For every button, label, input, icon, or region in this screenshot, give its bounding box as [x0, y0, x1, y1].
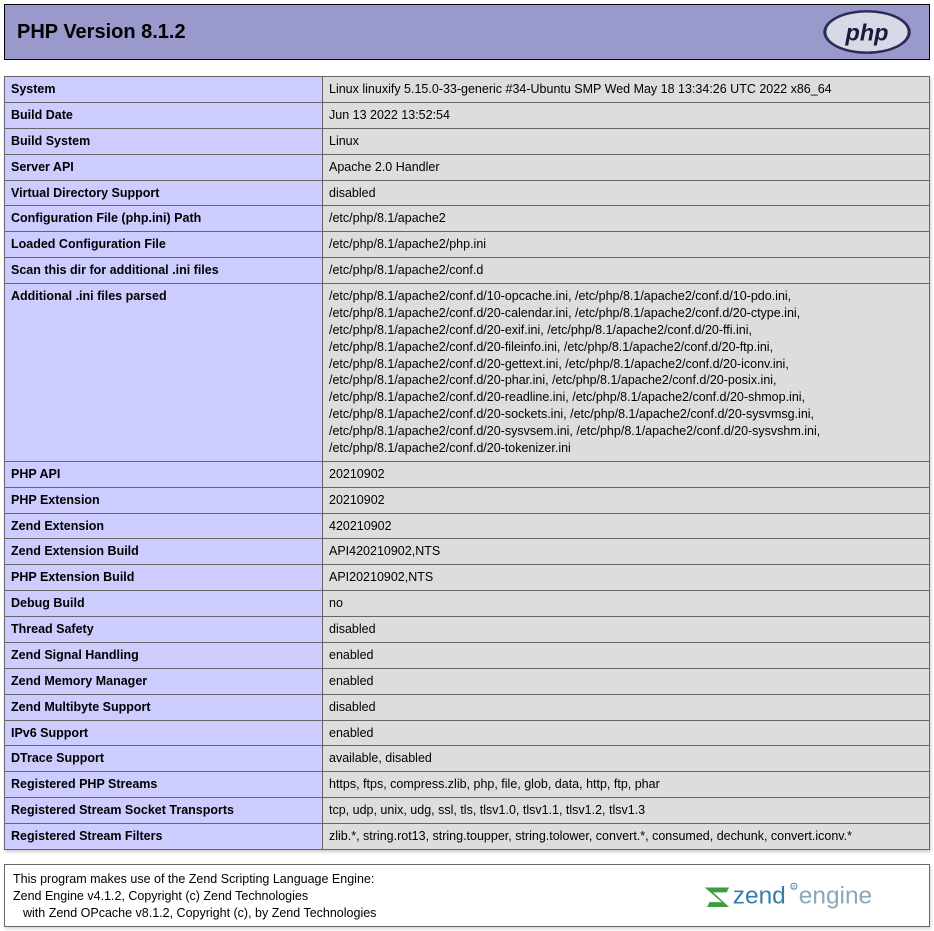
page-title: PHP Version 8.1.2 [17, 21, 186, 44]
table-row: Zend Extension420210902 [5, 513, 930, 539]
row-value: 20210902 [323, 461, 930, 487]
row-value: enabled [323, 642, 930, 668]
table-row: Zend Signal Handlingenabled [5, 642, 930, 668]
row-label: Build Date [5, 102, 323, 128]
table-row: Zend Extension BuildAPI420210902,NTS [5, 539, 930, 565]
row-value: zlib.*, string.rot13, string.toupper, st… [323, 824, 930, 850]
row-value: API20210902,NTS [323, 565, 930, 591]
footer-line-1: This program makes use of the Zend Scrip… [13, 872, 374, 886]
row-label: Registered PHP Streams [5, 772, 323, 798]
zend-footer: This program makes use of the Zend Scrip… [4, 864, 930, 927]
row-label: IPv6 Support [5, 720, 323, 746]
row-label: Loaded Configuration File [5, 232, 323, 258]
table-row: PHP Extension BuildAPI20210902,NTS [5, 565, 930, 591]
row-value: tcp, udp, unix, udg, ssl, tls, tlsv1.0, … [323, 798, 930, 824]
row-label: PHP Extension [5, 487, 323, 513]
row-value: Linux [323, 128, 930, 154]
row-label: Scan this dir for additional .ini files [5, 258, 323, 284]
row-value: https, ftps, compress.zlib, php, file, g… [323, 772, 930, 798]
row-label: Registered Stream Socket Transports [5, 798, 323, 824]
svg-text:php: php [845, 20, 889, 46]
row-value: disabled [323, 694, 930, 720]
row-value: enabled [323, 668, 930, 694]
table-row: Zend Memory Managerenabled [5, 668, 930, 694]
svg-text:R: R [792, 885, 795, 890]
row-label: DTrace Support [5, 746, 323, 772]
table-row: Virtual Directory Supportdisabled [5, 180, 930, 206]
row-value: disabled [323, 617, 930, 643]
row-label: Debug Build [5, 591, 323, 617]
svg-text:engine: engine [799, 883, 872, 910]
row-label: Zend Signal Handling [5, 642, 323, 668]
zend-engine-logo-icon: zend R engine [701, 874, 921, 918]
phpinfo-table: SystemLinux linuxify 5.15.0-33-generic #… [4, 76, 930, 850]
row-value: /etc/php/8.1/apache2 [323, 206, 930, 232]
row-value: /etc/php/8.1/apache2/php.ini [323, 232, 930, 258]
row-label: PHP Extension Build [5, 565, 323, 591]
row-label: Build System [5, 128, 323, 154]
row-label: Registered Stream Filters [5, 824, 323, 850]
table-row: Build DateJun 13 2022 13:52:54 [5, 102, 930, 128]
row-value: /etc/php/8.1/apache2/conf.d/10-opcache.i… [323, 284, 930, 462]
row-value: disabled [323, 180, 930, 206]
table-row: Registered Stream Filterszlib.*, string.… [5, 824, 930, 850]
table-row: Registered Stream Socket Transportstcp, … [5, 798, 930, 824]
phpinfo-header: PHP Version 8.1.2 php [4, 4, 930, 60]
row-label: PHP API [5, 461, 323, 487]
table-row: Registered PHP Streamshttps, ftps, compr… [5, 772, 930, 798]
svg-text:zend: zend [733, 883, 786, 910]
row-value: no [323, 591, 930, 617]
footer-line-2: Zend Engine v4.1.2, Copyright (c) Zend T… [13, 889, 308, 903]
row-label: Zend Extension [5, 513, 323, 539]
table-row: IPv6 Supportenabled [5, 720, 930, 746]
row-label: System [5, 77, 323, 103]
table-row: Thread Safetydisabled [5, 617, 930, 643]
row-label: Virtual Directory Support [5, 180, 323, 206]
zend-credits-text: This program makes use of the Zend Scrip… [13, 871, 376, 922]
row-label: Thread Safety [5, 617, 323, 643]
row-value: 420210902 [323, 513, 930, 539]
row-label: Zend Multibyte Support [5, 694, 323, 720]
php-logo-icon: php [817, 7, 917, 57]
row-label: Zend Memory Manager [5, 668, 323, 694]
table-row: Additional .ini files parsed/etc/php/8.1… [5, 284, 930, 462]
row-label: Configuration File (php.ini) Path [5, 206, 323, 232]
table-row: Scan this dir for additional .ini files/… [5, 258, 930, 284]
table-row: PHP Extension20210902 [5, 487, 930, 513]
table-row: Build SystemLinux [5, 128, 930, 154]
table-row: Zend Multibyte Supportdisabled [5, 694, 930, 720]
table-row: Loaded Configuration File/etc/php/8.1/ap… [5, 232, 930, 258]
row-value: Linux linuxify 5.15.0-33-generic #34-Ubu… [323, 77, 930, 103]
row-value: Jun 13 2022 13:52:54 [323, 102, 930, 128]
footer-line-3: with Zend OPcache v8.1.2, Copyright (c),… [13, 905, 376, 922]
row-value: 20210902 [323, 487, 930, 513]
row-value: enabled [323, 720, 930, 746]
table-row: Server APIApache 2.0 Handler [5, 154, 930, 180]
row-value: available, disabled [323, 746, 930, 772]
table-row: PHP API20210902 [5, 461, 930, 487]
row-label: Zend Extension Build [5, 539, 323, 565]
table-row: Configuration File (php.ini) Path/etc/ph… [5, 206, 930, 232]
row-value: API420210902,NTS [323, 539, 930, 565]
row-label: Server API [5, 154, 323, 180]
table-row: SystemLinux linuxify 5.15.0-33-generic #… [5, 77, 930, 103]
row-value: Apache 2.0 Handler [323, 154, 930, 180]
table-row: Debug Buildno [5, 591, 930, 617]
row-value: /etc/php/8.1/apache2/conf.d [323, 258, 930, 284]
row-label: Additional .ini files parsed [5, 284, 323, 462]
table-row: DTrace Supportavailable, disabled [5, 746, 930, 772]
